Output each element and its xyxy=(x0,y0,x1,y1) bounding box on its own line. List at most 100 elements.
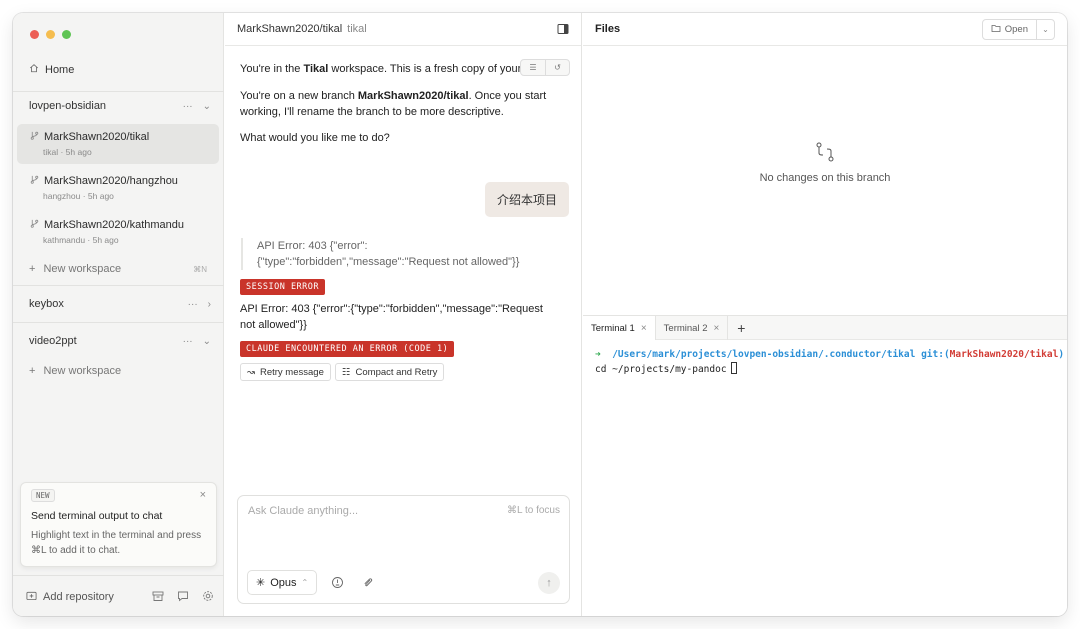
msg-text: You're in the xyxy=(240,63,304,75)
open-button[interactable]: Open ⌄ xyxy=(981,19,1055,40)
retry-label: Retry message xyxy=(259,366,324,378)
compact-and-retry-button[interactable]: ☷ Compact and Retry xyxy=(335,363,445,381)
add-repository-button[interactable]: Add repository xyxy=(26,590,114,604)
msg-bold: Tikal xyxy=(303,63,329,75)
folder-plus-icon xyxy=(26,590,37,604)
workspace-branch: MarkShawn2020/kathmandu xyxy=(44,219,185,231)
empty-state-text: No changes on this branch xyxy=(759,172,891,184)
retry-icon: ↝ xyxy=(247,366,255,378)
compact-label: Compact and Retry xyxy=(355,366,438,378)
chat-branch-title: MarkShawn2020/tikal xyxy=(237,23,343,35)
new-badge: NEW xyxy=(31,489,55,502)
workspace-branch: MarkShawn2020/tikal xyxy=(44,131,150,143)
chat-composer[interactable]: Ask Claude anything... ⌘L to focus ✳ Opu… xyxy=(237,495,570,604)
chevron-down-icon[interactable]: ⌄ xyxy=(203,336,211,347)
compact-icon: ☷ xyxy=(342,366,351,378)
tab-terminal-1[interactable]: Terminal 1 × xyxy=(583,316,656,340)
send-button[interactable]: ↑ xyxy=(538,572,560,594)
plus-icon: + xyxy=(29,263,36,275)
workspace-meta: tikal · 5h ago xyxy=(43,147,92,157)
chat-workspace-name: tikal xyxy=(347,23,367,35)
files-header: Files Open ⌄ xyxy=(583,13,1067,46)
zoom-window-button[interactable] xyxy=(62,30,71,39)
settings-icon[interactable] xyxy=(202,590,214,605)
retry-message-button[interactable]: ↝ Retry message xyxy=(240,363,331,381)
more-icon[interactable]: ··· xyxy=(183,336,193,347)
divider xyxy=(13,322,224,323)
plus-icon: + xyxy=(737,319,746,336)
home-link[interactable]: Home xyxy=(29,63,74,76)
new-terminal-button[interactable]: + xyxy=(728,316,754,339)
archive-icon[interactable] xyxy=(152,590,164,605)
chevron-right-icon[interactable]: › xyxy=(208,299,211,310)
undo-icon[interactable]: ↺ xyxy=(545,60,569,75)
claude-error-badge: CLAUDE ENCOUNTERED AN ERROR (CODE 1) xyxy=(240,341,455,357)
repo-header-lovpen-obsidian[interactable]: lovpen-obsidian ··· ⌄ xyxy=(29,100,211,112)
assistant-message-2: You're on a new branch MarkShawn2020/tik… xyxy=(240,88,558,120)
open-label: Open xyxy=(1004,24,1028,35)
more-icon[interactable]: ··· xyxy=(183,101,193,112)
repo-header-video2ppt[interactable]: video2ppt ··· ⌄ xyxy=(29,335,211,347)
new-workspace-shortcut: ⌘N xyxy=(193,265,207,274)
terminal-cursor xyxy=(730,362,737,374)
workspace-item-tikal[interactable]: MarkShawn2020/tikal tikal · 5h ago xyxy=(17,124,219,164)
msg-bold: MarkShawn2020/tikal xyxy=(357,90,469,102)
model-selector[interactable]: ✳ Opus ⌃ xyxy=(247,570,318,595)
minimize-window-button[interactable] xyxy=(46,30,55,39)
msg-text: You're on a new branch xyxy=(240,90,358,102)
git-branch-icon xyxy=(30,175,39,187)
model-label: Opus xyxy=(270,576,297,589)
divider xyxy=(13,285,224,286)
terminal-tab-bar: Terminal 1 × Terminal 2 × + xyxy=(583,315,1067,340)
git-compare-icon xyxy=(814,142,836,166)
workspace-branch: MarkShawn2020/hangzhou xyxy=(44,175,178,187)
chat-panel: MarkShawn2020/tikal tikal You're in the … xyxy=(225,13,582,616)
close-window-button[interactable] xyxy=(30,30,39,39)
chevron-updown-icon: ⌃ xyxy=(301,578,309,587)
assistant-message-1: You're in the Tikal workspace. This is a… xyxy=(240,61,520,77)
prompt-arrow: ➜ xyxy=(595,349,601,360)
workspace-item-kathmandu[interactable]: MarkShawn2020/kathmandu kathmandu · 5h a… xyxy=(17,212,219,252)
repo-header-keybox[interactable]: keybox ··· › xyxy=(29,298,211,310)
folder-icon xyxy=(991,23,1001,36)
error-quote: API Error: 403 {"error":{"type":"forbidd… xyxy=(241,238,559,270)
workspace-meta: hangzhou · 5h ago xyxy=(43,191,114,201)
new-workspace-button[interactable]: + New workspace xyxy=(29,263,121,275)
repo-name: keybox xyxy=(29,298,64,310)
session-error-badge: SESSION ERROR xyxy=(240,279,326,295)
tip-body: Highlight text in the terminal and press… xyxy=(31,530,202,556)
files-panel: Files Open ⌄ No changes on this branch T… xyxy=(583,13,1067,616)
divider xyxy=(13,91,224,92)
more-icon[interactable]: ··· xyxy=(188,299,198,310)
git-branch-icon xyxy=(30,131,39,143)
home-icon xyxy=(29,63,39,76)
workspace-meta: kathmandu · 5h ago xyxy=(43,235,119,245)
plus-icon: + xyxy=(29,365,36,377)
chevron-down-icon[interactable]: ⌄ xyxy=(1036,20,1054,39)
git-branch-icon xyxy=(30,219,39,231)
toggle-panel-icon[interactable] xyxy=(557,23,569,35)
repo-name: lovpen-obsidian xyxy=(29,100,107,112)
git-label-close: ) xyxy=(1058,349,1065,360)
list-icon[interactable]: ☰ xyxy=(521,60,545,75)
new-workspace-button[interactable]: + New workspace xyxy=(29,365,121,377)
tab-label: Terminal 2 xyxy=(663,322,708,334)
app-window: Home lovpen-obsidian ··· ⌄ MarkShawn2020… xyxy=(13,13,1067,616)
feedback-icon[interactable] xyxy=(177,590,189,605)
attach-icon[interactable] xyxy=(361,576,374,589)
terminal-output[interactable]: ➜ /Users/mark/projects/lovpen-obsidian/.… xyxy=(595,348,1064,377)
chat-header: MarkShawn2020/tikal tikal xyxy=(225,13,581,46)
feature-tip-card: NEW × Send terminal output to chat Highl… xyxy=(20,482,217,567)
git-label: git:( xyxy=(921,349,950,360)
chevron-down-icon[interactable]: ⌄ xyxy=(203,101,211,112)
arrow-up-icon: ↑ xyxy=(546,577,552,589)
close-icon[interactable]: × xyxy=(641,323,647,334)
tab-terminal-2[interactable]: Terminal 2 × xyxy=(656,316,729,340)
composer-focus-hint: ⌘L to focus xyxy=(507,505,560,516)
thinking-icon[interactable] xyxy=(331,576,344,589)
repo-name: video2ppt xyxy=(29,335,77,347)
workspace-item-hangzhou[interactable]: MarkShawn2020/hangzhou hangzhou · 5h ago xyxy=(17,168,219,208)
close-icon[interactable]: × xyxy=(200,489,206,501)
close-icon[interactable]: × xyxy=(714,323,720,334)
msg-text: workspace. This is a fresh copy of your … xyxy=(328,63,520,75)
